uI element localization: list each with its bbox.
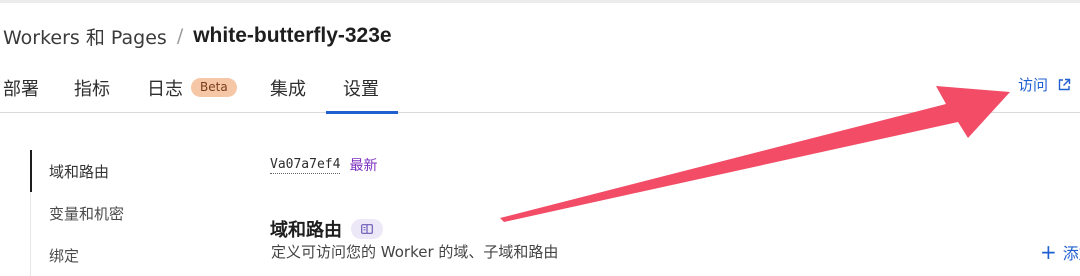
visit-link[interactable]: 访问 <box>1018 74 1071 95</box>
sidebar-active-indicator <box>30 150 32 192</box>
breadcrumb: Workers 和 Pages / white-butterfly-323e <box>3 22 392 50</box>
tab-label: 部署 <box>3 78 39 100</box>
latest-tag: 最新 <box>349 158 378 174</box>
tab-label: 集成 <box>270 78 306 100</box>
section-title: 域和路由 <box>270 220 342 241</box>
book-icon <box>361 224 373 234</box>
breadcrumb-separator: / <box>176 25 184 47</box>
sidebar-item-bindings[interactable]: 绑定 <box>49 245 79 266</box>
sidebar-item-variables-secrets[interactable]: 变量和机密 <box>49 203 124 224</box>
tab-label: 设置 <box>343 78 379 100</box>
tab-settings[interactable]: 设置 <box>326 62 398 114</box>
tab-label: 指标 <box>74 78 110 100</box>
tab-integrations[interactable]: 集成 <box>270 62 306 113</box>
top-divider <box>0 0 1080 3</box>
tab-label: 日志 <box>147 78 183 100</box>
add-domain-button[interactable]: + 添加 <box>1040 240 1080 264</box>
tab-bar: 部署 指标 日志 Beta 集成 设置 <box>0 62 1080 114</box>
section-description: 定义可访问您的 Worker 的域、子域和路由 <box>271 243 559 261</box>
breadcrumb-parent[interactable]: Workers 和 Pages <box>3 23 167 50</box>
docs-button[interactable] <box>351 219 383 239</box>
sidebar-item-domains-routes[interactable]: 域和路由 <box>49 161 109 182</box>
add-button-label: 添加 <box>1062 244 1080 263</box>
tab-metrics[interactable]: 指标 <box>74 62 110 113</box>
version-info: Va07a7ef4 最新 <box>270 155 377 175</box>
plus-icon: + <box>1040 240 1057 264</box>
beta-badge: Beta <box>191 78 237 97</box>
tab-logs[interactable]: 日志 Beta <box>147 62 237 113</box>
visit-label: 访问 <box>1018 76 1049 94</box>
external-link-icon <box>1058 78 1071 90</box>
page-title: white-butterfly-323e <box>193 24 392 47</box>
sidebar-track <box>30 192 31 276</box>
tab-deployments[interactable]: 部署 <box>3 62 39 113</box>
version-id[interactable]: Va07a7ef4 <box>270 157 341 174</box>
section-heading: 域和路由 <box>270 216 383 242</box>
